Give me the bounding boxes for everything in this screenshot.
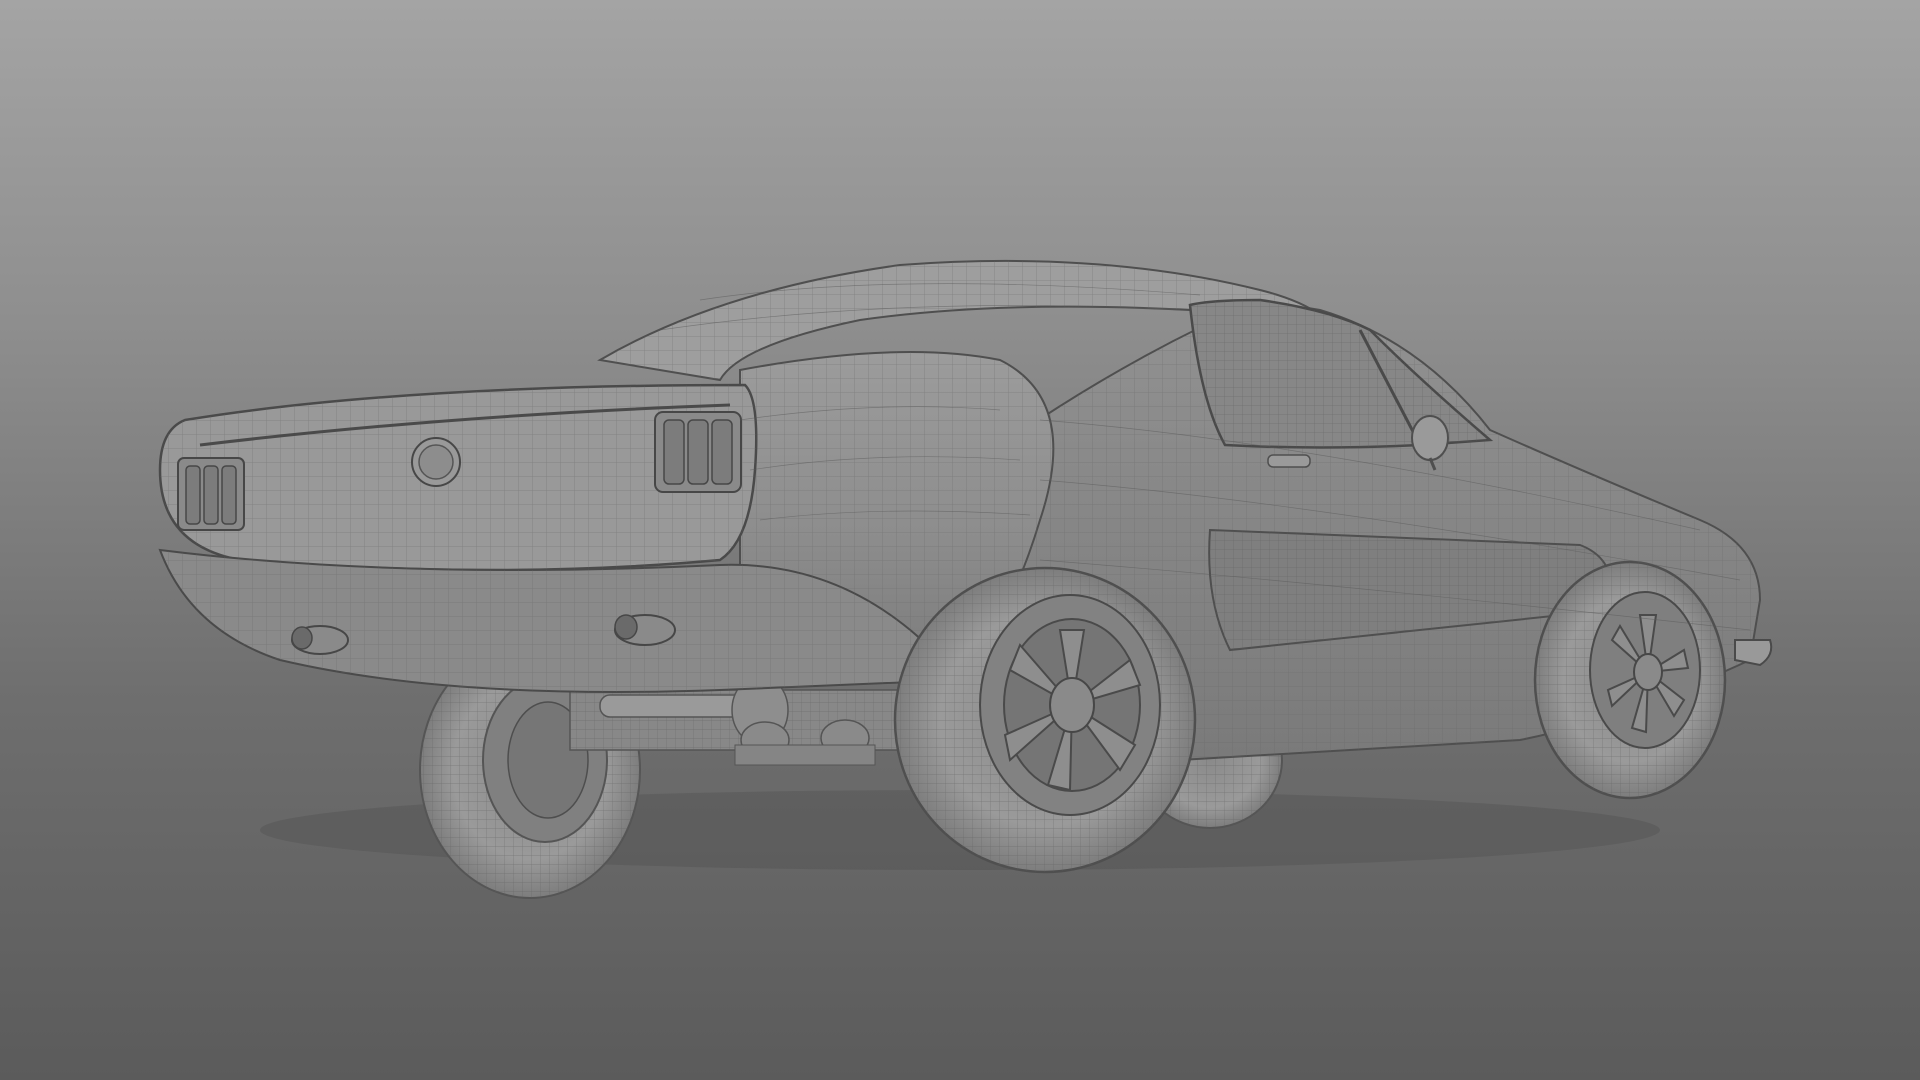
door-handle [1267, 454, 1311, 468]
left-tail-light [177, 457, 245, 531]
exhaust-right [614, 614, 676, 646]
3d-viewport[interactable] [0, 0, 1920, 1080]
right-tail-light [654, 411, 742, 493]
rear-right-wheel [893, 566, 1197, 874]
front-bumper [1734, 639, 1773, 667]
front-right-wheel [1533, 560, 1727, 800]
exhaust-left [291, 625, 349, 655]
model-render [158, 259, 1773, 899]
fuel-cap-emblem [411, 437, 461, 487]
